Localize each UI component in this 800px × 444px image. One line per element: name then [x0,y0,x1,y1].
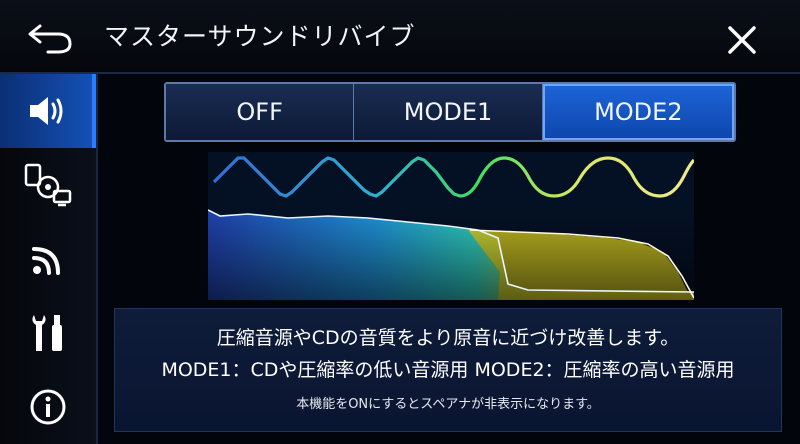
sidebar-item-settings[interactable] [0,296,96,370]
tools-icon [32,315,62,351]
close-button[interactable] [722,20,762,60]
mode-off-button[interactable]: OFF [166,84,355,140]
sidebar [0,74,98,444]
mode2-button[interactable]: MODE2 [542,84,734,140]
header-bar: マスターサウンドリバイブ [0,0,800,74]
description-panel: 圧縮音源やCDの音質をより原音に近づけ改善します。 MODE1：CDや圧縮率の低… [114,308,782,432]
info-icon [30,389,66,425]
sidebar-item-wireless[interactable] [0,222,96,296]
sound-revive-visualization [208,152,694,300]
sidebar-item-sound[interactable] [0,74,96,148]
media-source-icon [24,163,72,207]
back-button[interactable] [22,18,78,56]
close-icon [728,26,756,54]
wireless-icon [32,247,60,275]
page-title: マスターサウンドリバイブ [104,22,416,51]
description-line-2: MODE1：CDや圧縮率の低い音源用 MODE2：圧縮率の高い音源用 [161,359,735,381]
description-line-1: 圧縮音源やCDの音質をより原音に近づけ改善します。 [216,327,680,349]
mode1-button[interactable]: MODE1 [354,84,543,140]
sidebar-item-info[interactable] [0,370,96,444]
description-line-3: 本機能をONにするとスペアナが非表示になります。 [296,397,600,412]
mode-selector: OFF MODE1 MODE2 [164,82,736,142]
sidebar-item-media[interactable] [0,148,96,222]
speaker-icon [30,97,63,125]
back-arrow-icon [28,24,72,54]
